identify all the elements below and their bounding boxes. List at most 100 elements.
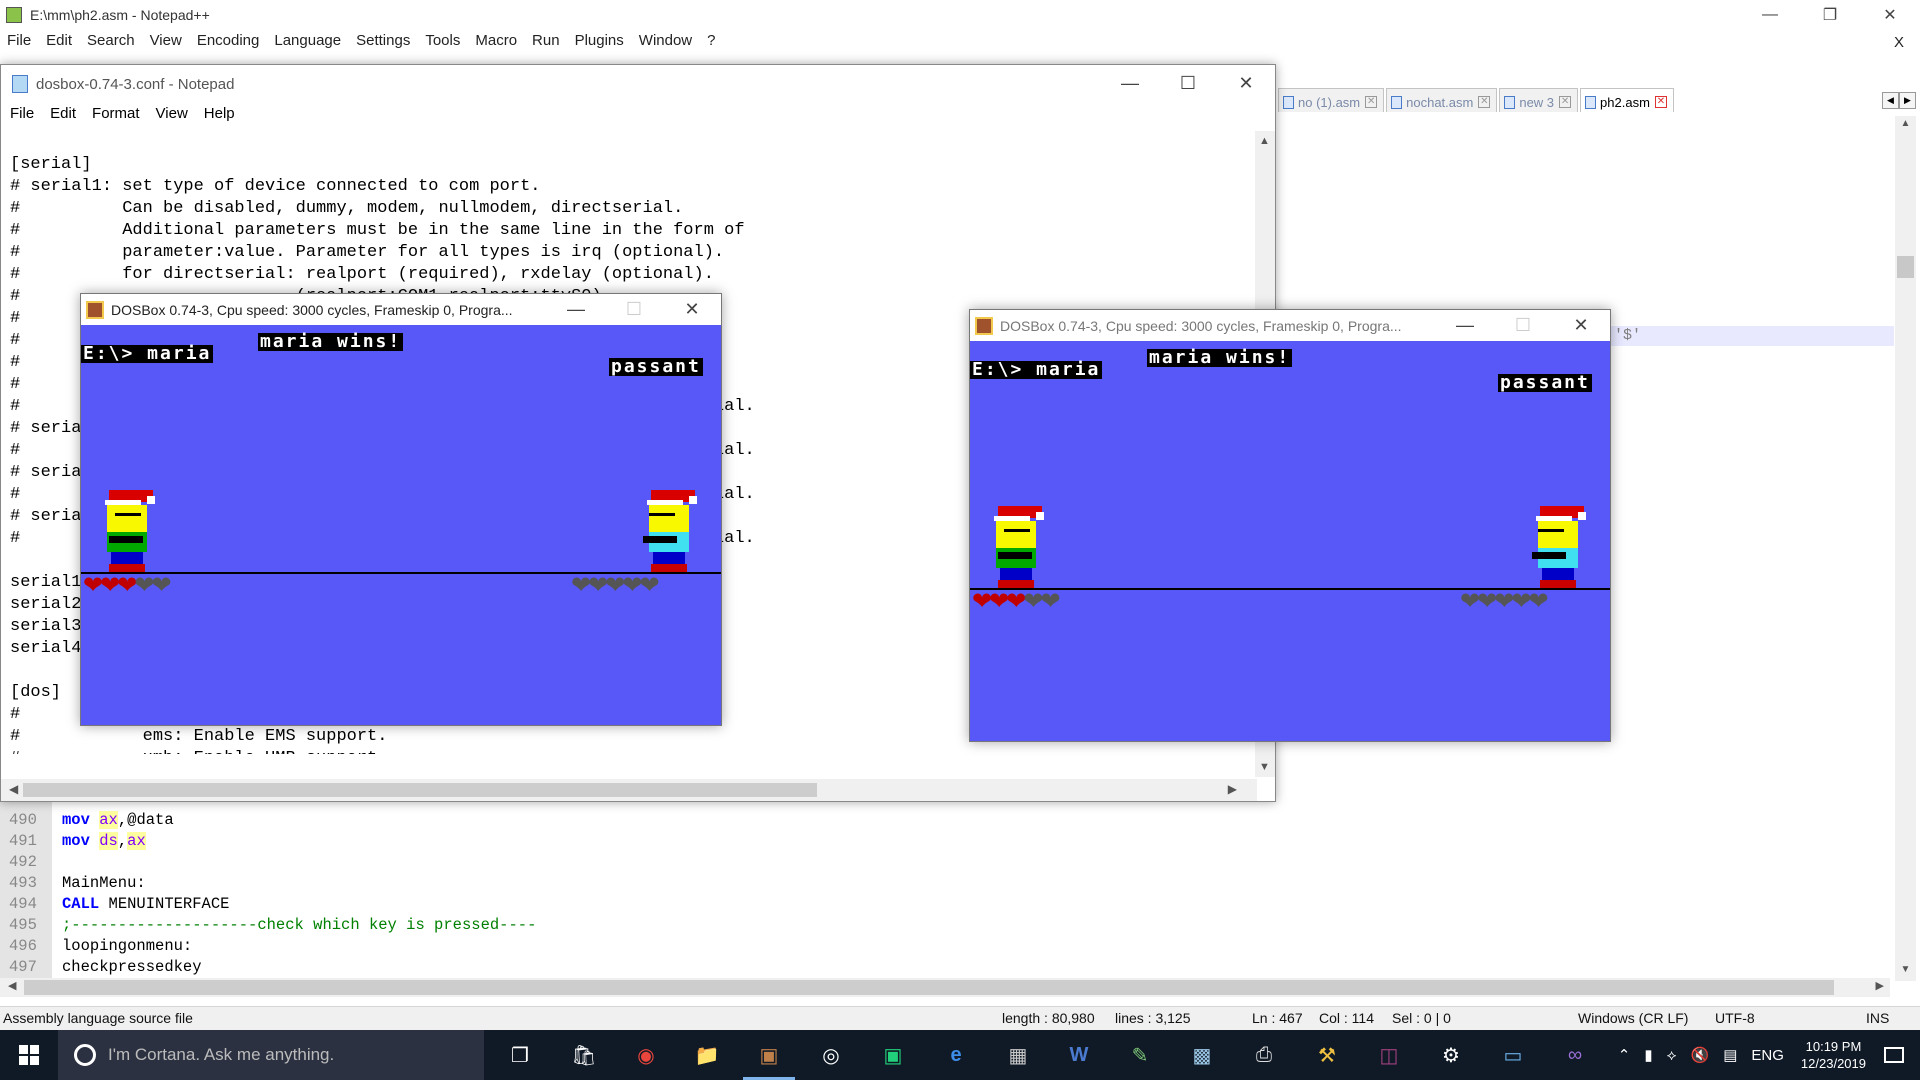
close-button[interactable]: ✕ [1860,0,1920,30]
menu-file[interactable]: File [0,30,39,52]
notepad-horizontal-scrollbar[interactable]: ◀ ▶ [1,779,1257,801]
file-explorer-icon[interactable]: 📁 [691,1039,723,1071]
menu-macro[interactable]: Macro [468,30,525,52]
word-icon[interactable]: W [1063,1039,1095,1071]
scrollbar-thumb[interactable] [1897,256,1914,278]
menu-window[interactable]: Window [632,30,700,52]
menu-plugins[interactable]: Plugins [568,30,632,52]
menu-help[interactable]: ? [700,30,723,52]
calculator-icon[interactable]: ▦ [1002,1039,1034,1071]
dosbox-window-right[interactable]: DOSBox 0.74-3, Cpu speed: 3000 cycles, F… [969,309,1611,742]
tab-scroll-left-icon[interactable]: ◀ [1882,92,1899,109]
wifi-icon[interactable]: ⟡ [1667,1047,1677,1064]
menu-tools[interactable]: Tools [418,30,468,52]
game-screen[interactable]: maria wins! E:\> maria passant ❤❤❤❤❤ ❤❤❤… [81,325,721,725]
editor-vertical-scrollbar[interactable]: ▲ ▼ [1895,116,1916,981]
close-tab-icon[interactable]: ✕ [1654,96,1667,108]
menu-run[interactable]: Run [525,30,568,52]
battery-icon[interactable]: ▮ [1644,1046,1652,1064]
editor-horizontal-scrollbar[interactable]: ◀ ▶ [0,978,1890,997]
keyboard-icon[interactable]: ▤ [1723,1046,1737,1064]
scroll-right-icon[interactable]: ▶ [1876,979,1884,992]
status-encoding: UTF-8 [1715,1010,1755,1026]
restore-button[interactable]: ❐ [1800,0,1860,30]
line-number: 495 [0,916,52,937]
cortana-search-box[interactable]: I'm Cortana. Ask me anything. [58,1030,484,1080]
close-button[interactable]: ✕ [1552,310,1610,340]
start-button[interactable] [0,1030,58,1080]
dosbox-icon[interactable]: ▣ [743,1039,795,1080]
menu-search[interactable]: Search [80,30,143,52]
tab-nochat-asm[interactable]: nochat.asm ✕ [1386,88,1498,112]
line-number: 494 [0,895,52,916]
tab-ph2-asm[interactable]: ph2.asm ✕ [1580,88,1674,112]
printer-icon[interactable]: ⎙ [1248,1039,1280,1071]
store-icon[interactable]: 🛍 [568,1039,600,1071]
paint-icon[interactable]: ✎ [1124,1039,1156,1071]
file-icon [1504,95,1516,109]
media-icon[interactable]: ◎ [815,1039,847,1071]
screenshot-icon[interactable]: ▣ [877,1039,909,1071]
language-indicator[interactable]: ENG [1751,1047,1784,1064]
menu-view[interactable]: View [143,30,190,52]
code-line: 493 MainMenu: [0,874,1890,895]
show-hidden-icons-icon[interactable]: ⌃ [1618,1046,1631,1064]
close-tab-icon[interactable]: ✕ [1478,96,1491,108]
menu-encoding[interactable]: Encoding [190,30,268,52]
volume-muted-icon[interactable]: 🔇 [1691,1046,1710,1064]
settings-icon[interactable]: ⚙ [1435,1039,1467,1071]
remote-icon[interactable]: ▭ [1497,1039,1529,1071]
notepad-menu-format[interactable]: Format [83,103,147,127]
menu-language[interactable]: Language [267,30,349,52]
notes-icon[interactable]: ▩ [1186,1039,1218,1071]
scroll-left-icon[interactable]: ◀ [8,979,16,992]
taskbar: I'm Cortana. Ask me anything. ❐ 🛍 ◉ 📁 ▣ ◎ ▣ e ▦ W… [0,1030,1920,1080]
minimize-button[interactable]: — [1740,0,1800,30]
scrollbar-thumb[interactable] [24,980,1834,995]
search-placeholder: I'm Cortana. Ask me anything. [108,1045,335,1064]
line-number: 493 [0,874,52,895]
close-button[interactable]: ✕ [1217,65,1275,101]
menu-settings[interactable]: Settings [349,30,418,52]
tools-icon[interactable]: ⚒ [1311,1039,1343,1071]
tab-scroll-right-icon[interactable]: ▶ [1899,92,1916,109]
status-eol: Windows (CR LF) [1578,1010,1689,1026]
scroll-left-icon[interactable]: ◀ [9,782,18,796]
clock[interactable]: 10:19 PM 12/23/2019 [1801,1038,1866,1072]
dosbox-window-left[interactable]: DOSBox 0.74-3, Cpu speed: 3000 cycles, F… [80,293,722,726]
tab-no1-asm[interactable]: no (1).asm ✕ [1278,88,1385,112]
close-button[interactable]: ✕ [663,294,721,324]
close-tab-icon[interactable]: ✕ [1559,96,1572,108]
edge-icon[interactable]: e [940,1039,972,1071]
tab-new3[interactable]: new 3 ✕ [1499,88,1579,112]
scroll-down-icon[interactable]: ▼ [1895,964,1916,981]
status-ln: Ln : 467 [1252,1010,1303,1026]
chrome-icon[interactable]: ◉ [630,1039,662,1071]
archive-icon[interactable]: ◫ [1373,1039,1405,1071]
notepad-menu-edit[interactable]: Edit [41,103,83,127]
maximize-button[interactable]: ☐ [1494,310,1552,340]
notepad-menu-file[interactable]: File [1,103,41,127]
close-tab-icon[interactable]: ✕ [1365,96,1378,108]
scroll-up-icon[interactable]: ▲ [1259,135,1270,147]
scroll-down-icon[interactable]: ▼ [1259,761,1270,773]
minimize-button[interactable]: — [1436,310,1494,340]
code-editor[interactable]: 490 mov ax,@data 491 mov ds,ax 492 493 MainMen… [0,790,1890,979]
scrollbar-thumb[interactable] [23,783,817,797]
minimize-button[interactable]: — [547,294,605,324]
notepad-menu-view[interactable]: View [147,103,195,127]
notepad-menu-help[interactable]: Help [195,103,242,127]
action-center-icon[interactable] [1884,1047,1904,1063]
line-number: 496 [0,937,52,958]
scroll-right-icon[interactable]: ▶ [1228,782,1237,796]
task-view-icon[interactable]: ❐ [504,1039,536,1071]
minimize-button[interactable]: — [1101,65,1159,101]
clock-date: 12/23/2019 [1800,1056,1866,1071]
game-screen[interactable]: maria wins! E:\> maria passant ❤❤❤❤❤ ❤❤❤… [970,341,1610,741]
scroll-up-icon[interactable]: ▲ [1895,118,1916,135]
menu-edit[interactable]: Edit [39,30,80,52]
visual-studio-icon[interactable]: ∞ [1559,1039,1591,1071]
maximize-button[interactable]: ☐ [1159,65,1217,101]
close-document-button[interactable]: X [1887,32,1912,51]
maximize-button[interactable]: ☐ [605,294,663,324]
